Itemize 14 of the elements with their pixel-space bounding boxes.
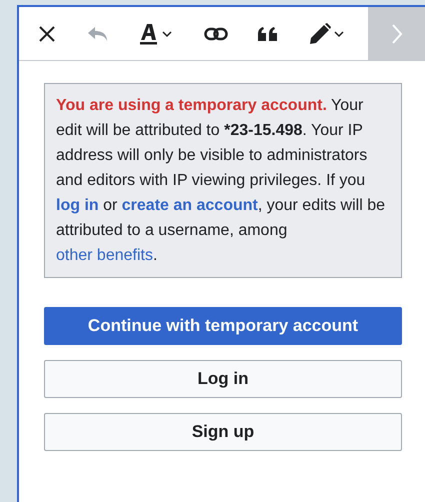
close-icon — [38, 24, 56, 42]
continue-button[interactable]: Continue with temporary account — [44, 307, 402, 345]
quote-icon — [258, 26, 278, 40]
link[interactable]: other benefits — [56, 247, 153, 264]
link[interactable]: create an account — [122, 197, 258, 214]
notice-text: You are using a temporary account. Your edit will be attributed to *23-15.498. Your IP address will only be visible to administrators and editors with IP viewing privileges. If you log in or create an account, your edits will be attributed to a username, among other benefits. — [56, 96, 386, 266]
account-button[interactable]: Sign up — [44, 413, 402, 451]
account-button[interactable]: Log in — [44, 360, 402, 398]
undo-arrow-icon — [86, 26, 109, 42]
text-style-icon — [139, 22, 174, 44]
chevron-right-icon — [390, 22, 402, 44]
link[interactable]: log in — [56, 197, 99, 214]
pencil-icon — [308, 22, 345, 44]
link-icon — [204, 26, 228, 40]
